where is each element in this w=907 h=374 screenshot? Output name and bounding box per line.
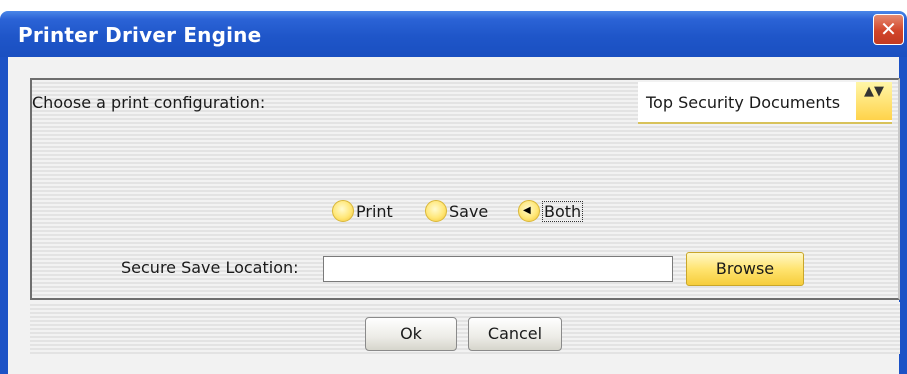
ok-button[interactable]: Ok: [365, 317, 457, 351]
close-icon: ✕: [880, 17, 897, 41]
radio-both-label: Both: [542, 200, 584, 222]
cancel-button[interactable]: Cancel: [468, 317, 562, 351]
select-arrow-icon[interactable]: ▲▼: [856, 82, 892, 120]
browse-button[interactable]: Browse: [686, 252, 804, 286]
radio-circle-icon[interactable]: [332, 200, 354, 222]
close-button[interactable]: ✕: [873, 14, 904, 45]
radio-save-label: Save: [449, 201, 489, 221]
radio-circle-icon[interactable]: [425, 200, 447, 222]
save-location-input[interactable]: [323, 256, 673, 282]
dialog-window: Printer Driver Engine ✕ Choose a print c…: [0, 0, 907, 374]
title-bar[interactable]: Printer Driver Engine ✕: [0, 11, 907, 57]
radio-selected-icon[interactable]: ◀: [518, 200, 540, 222]
config-panel: Choose a print configuration: Top Securi…: [30, 78, 900, 300]
radio-both[interactable]: ◀ Both: [518, 200, 584, 222]
radio-save[interactable]: Save: [425, 200, 488, 222]
config-select-value: Top Security Documents: [646, 93, 841, 112]
up-down-arrow-glyph: ▲▼: [864, 84, 884, 99]
radio-dot-icon: ◀: [523, 205, 531, 216]
config-select[interactable]: Top Security Documents ▲▼: [638, 82, 892, 124]
save-location-label: Secure Save Location:: [121, 258, 299, 277]
radio-print[interactable]: Print: [332, 200, 393, 222]
dialog-body: Choose a print configuration: Top Securi…: [0, 57, 907, 374]
button-area: [30, 302, 900, 354]
radio-print-label: Print: [356, 201, 393, 221]
config-label: Choose a print configuration:: [32, 93, 266, 112]
window-title: Printer Driver Engine: [18, 23, 262, 47]
